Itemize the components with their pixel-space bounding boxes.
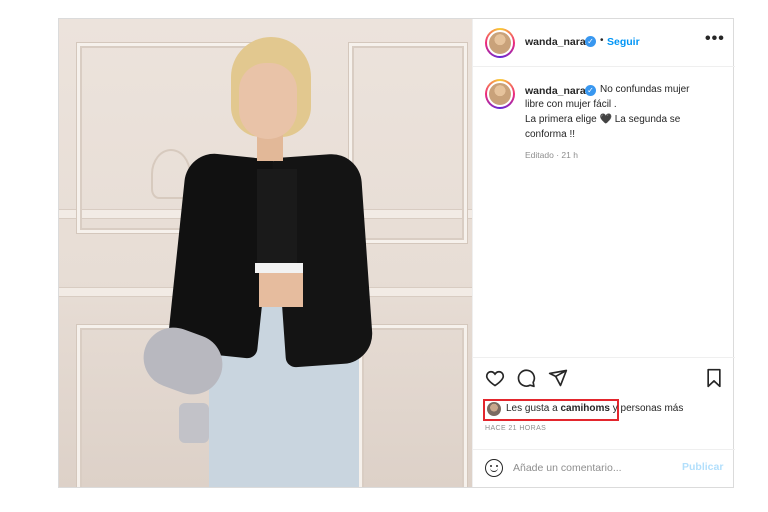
post-side-panel: wanda_nara ✓ • Seguir ••• No confundas m…: [472, 19, 735, 487]
comment-icon[interactable]: [516, 368, 536, 388]
author-avatar-image: [487, 30, 513, 56]
follow-button[interactable]: Seguir: [607, 36, 640, 48]
instagram-post: wanda_nara ✓ • Seguir ••• No confundas m…: [58, 18, 735, 488]
caption-author-avatar-image: [487, 81, 513, 107]
publish-button[interactable]: Publicar: [682, 461, 723, 473]
liker-username[interactable]: camihoms: [561, 403, 610, 414]
caption-line-2: libre con mujer fácil .: [525, 99, 617, 110]
black-heart-emoji: 🖤: [599, 114, 612, 125]
likes-summary[interactable]: Les gusta a camihoms y personas más: [506, 403, 683, 414]
figure-pouch: [179, 403, 209, 443]
share-icon[interactable]: [548, 368, 568, 388]
likes-suffix: y personas más: [612, 403, 684, 414]
verified-badge-icon: ✓: [585, 85, 596, 96]
figure-waistband: [255, 263, 303, 273]
emoji-icon[interactable]: [485, 459, 503, 477]
caption-username[interactable]: wanda_nara: [525, 85, 586, 97]
caption-author-avatar[interactable]: [485, 79, 515, 109]
edited-timestamp: Editado · 21 h: [525, 150, 578, 160]
post-time: HACE 21 HORAS: [485, 425, 547, 432]
post-photo[interactable]: [59, 19, 472, 487]
figure-face: [239, 63, 297, 139]
caption-line-4: conforma !!: [525, 129, 576, 140]
wall-panel: [349, 43, 467, 243]
caption-line-3b: La segunda se: [614, 114, 681, 125]
comment-input[interactable]: [513, 460, 663, 476]
wall-panel: [359, 325, 467, 487]
author-username[interactable]: wanda_nara: [525, 36, 586, 48]
caption-line-3a: La primera elige: [525, 114, 597, 125]
header-separator: •: [600, 35, 604, 46]
bookmark-icon[interactable]: [705, 368, 723, 388]
heart-icon[interactable]: [485, 368, 505, 388]
post-header: wanda_nara ✓ • Seguir •••: [473, 19, 735, 67]
caption-line-1: No confundas mujer: [600, 84, 690, 95]
likes-prefix: Les gusta a: [506, 403, 558, 414]
figure-midriff: [259, 273, 303, 307]
more-icon[interactable]: •••: [705, 30, 725, 48]
verified-badge-icon: ✓: [585, 36, 596, 47]
liker-avatar[interactable]: [487, 402, 501, 416]
action-bar: [473, 357, 735, 397]
figure-top: [257, 169, 297, 269]
emoji-mouth: [489, 468, 498, 472]
author-avatar[interactable]: [485, 28, 515, 58]
